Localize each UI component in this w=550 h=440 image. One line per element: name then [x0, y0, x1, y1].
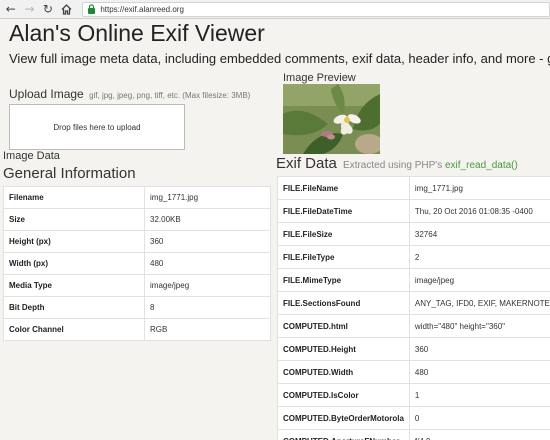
row-key: FILE.FileType	[277, 245, 410, 269]
browser-toolbar: ← → ↻ https://exif.alanreed.org	[0, 0, 550, 19]
upload-heading: Upload Image gif, jpg, jpeg, png, tiff, …	[9, 87, 250, 101]
page-title: Alan's Online Exif Viewer	[9, 20, 265, 46]
table-row: FILE.FileDateTime Thu, 20 Oct 2016 01:08:…	[277, 199, 550, 223]
row-value: 360	[144, 230, 271, 253]
address-bar[interactable]: https://exif.alanreed.org	[82, 1, 550, 17]
row-value: RGB	[144, 318, 271, 341]
table-row: Color Channel RGB	[3, 318, 271, 341]
table-row: FILE.MimeType image/jpeg	[277, 268, 550, 292]
row-key: COMPUTED.IsColor	[277, 383, 410, 407]
table-row: Width (px) 480	[3, 252, 271, 275]
row-key: Media Type	[3, 274, 145, 297]
general-information-heading: General Information	[3, 165, 136, 182]
forward-icon[interactable]: →	[22, 1, 38, 17]
row-key: COMPUTED.Height	[277, 337, 410, 361]
upload-hint: gif, jpg, jpeg, png, tiff, etc. (Max fil…	[89, 91, 251, 100]
general-information-table: Filename img_1771.jpg Size 32.00KB Height (p…	[3, 186, 271, 341]
row-key: FILE.FileSize	[277, 222, 410, 246]
row-value: 360	[408, 337, 550, 361]
upload-dropzone[interactable]: Drop files here to upload	[9, 104, 185, 150]
row-value: image/jpeg	[408, 268, 550, 292]
row-value: 480	[144, 252, 271, 275]
row-key: Color Channel	[3, 318, 145, 341]
row-key: COMPUTED.ApertureFNumber	[277, 429, 410, 440]
table-row: Filename img_1771.jpg	[3, 186, 271, 209]
lock-icon	[88, 4, 96, 14]
row-value: 8	[144, 296, 271, 319]
image-preview-label: Image Preview	[283, 72, 356, 84]
table-row: COMPUTED.IsColor 1	[277, 383, 550, 407]
row-value: img_1771.jpg	[408, 176, 550, 200]
exif-subheading: Extracted using PHP's exif_read_data()	[343, 160, 518, 171]
row-value: img_1771.jpg	[144, 186, 271, 209]
row-value: 2	[408, 245, 550, 269]
exif-heading-label: Exif Data	[276, 155, 337, 172]
table-row: COMPUTED.Width 480	[277, 360, 550, 384]
row-value: Thu, 20 Oct 2016 01:08:35 -0400	[408, 199, 550, 223]
row-value: 32764	[408, 222, 550, 246]
table-row: COMPUTED.html width="480" height="360"	[277, 314, 550, 338]
reload-icon[interactable]: ↻	[40, 1, 56, 17]
row-key: COMPUTED.html	[277, 314, 410, 338]
row-value: width="480" height="360"	[408, 314, 550, 338]
row-key: FILE.FileDateTime	[277, 199, 410, 223]
table-row: Size 32.00KB	[3, 208, 271, 231]
row-value: ANY_TAG, IFD0, EXIF, MAKERNOTE	[408, 291, 550, 315]
row-value: image/jpeg	[144, 274, 271, 297]
exif-data-table: FILE.FileName img_1771.jpg FILE.FileDateTi…	[277, 176, 550, 440]
row-value: f/4.9	[408, 429, 550, 440]
row-key: FILE.SectionsFound	[277, 291, 410, 315]
row-value: 0	[408, 406, 550, 430]
url-text: https://exif.alanreed.org	[100, 4, 184, 14]
back-icon[interactable]: ←	[3, 1, 19, 17]
table-row: Media Type image/jpeg	[3, 274, 271, 297]
row-value: 32.00KB	[144, 208, 271, 231]
table-row: FILE.FileName img_1771.jpg	[277, 176, 550, 200]
page-subtitle: View full image meta data, including emb…	[9, 51, 550, 66]
row-key: Width (px)	[3, 252, 145, 275]
row-key: Height (px)	[3, 230, 145, 253]
dropzone-text: Drop files here to upload	[53, 122, 141, 132]
home-icon[interactable]	[59, 1, 75, 17]
row-key: Filename	[3, 186, 145, 209]
row-key: FILE.MimeType	[277, 268, 410, 292]
row-key: FILE.FileName	[277, 176, 410, 200]
table-row: COMPUTED.ByteOrderMotorola 0	[277, 406, 550, 430]
table-row: FILE.FileSize 32764	[277, 222, 550, 246]
row-value: 1	[408, 383, 550, 407]
table-row: COMPUTED.ApertureFNumberf/4.9	[277, 429, 550, 440]
row-key: Size	[3, 208, 145, 231]
exif-data-heading: Exif Data Extracted using PHP's exif_rea…	[276, 155, 518, 172]
row-key: COMPUTED.ByteOrderMotorola	[277, 406, 410, 430]
table-row: Bit Depth 8	[3, 296, 271, 319]
upload-heading-label: Upload Image	[9, 87, 84, 101]
image-data-label: Image Data	[3, 150, 60, 162]
table-row: FILE.SectionsFound ANY_TAG, IFD0, EXIF, M…	[277, 291, 550, 315]
table-row: COMPUTED.Height 360	[277, 337, 550, 361]
exif-function-link[interactable]: exif_read_data()	[445, 160, 518, 171]
table-row: Height (px) 360	[3, 230, 271, 253]
exif-sub-prefix: Extracted using PHP's	[343, 160, 443, 171]
image-preview	[283, 84, 380, 154]
row-key: Bit Depth	[3, 296, 145, 319]
row-key: COMPUTED.Width	[277, 360, 410, 384]
table-row: FILE.FileType 2	[277, 245, 550, 269]
row-value: 480	[408, 360, 550, 384]
